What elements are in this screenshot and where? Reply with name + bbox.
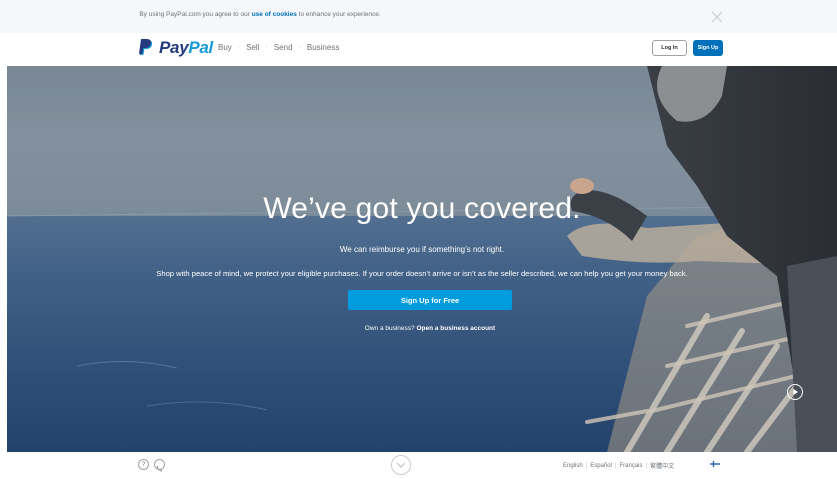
main-nav: Buy · Sell · Send · Business [218, 43, 339, 52]
hero-banner: We’ve got you covered. We can reimburse … [7, 66, 837, 452]
nav-separator: · [298, 44, 301, 51]
footer: ? English | Español | Français | 繁體中文 [0, 452, 837, 475]
business-prompt-text: Own a business? [364, 325, 417, 332]
finland-flag-icon[interactable] [710, 461, 720, 467]
language-selector: English | Español | Français | 繁體中文 [563, 461, 674, 471]
lang-separator: | [585, 462, 588, 469]
nav-business[interactable]: Business [307, 43, 339, 52]
header: PayPal Buy · Sell · Send · Business Log … [0, 33, 837, 66]
nav-separator: · [237, 44, 241, 51]
cookie-notice-prefix: By using PayPal.com you agree to our [139, 11, 252, 18]
close-icon[interactable] [711, 11, 723, 23]
hero-description: Shop with peace of mind, we protect your… [156, 269, 688, 278]
business-prompt: Own a business? Open a business account [7, 325, 837, 332]
lang-english[interactable]: English [563, 463, 583, 469]
cookie-notice-suffix: to enhance your experience. [296, 11, 381, 18]
login-button[interactable]: Log In [652, 40, 687, 56]
logo-word-pay: Pay [159, 38, 189, 57]
hero-subtitle: We can reimburse you if something’s not … [339, 245, 505, 254]
signup-free-button[interactable]: Sign Up for Free [348, 290, 512, 310]
logo-word-pal: Pal [188, 38, 213, 57]
play-video-button[interactable] [787, 384, 803, 400]
help-icon[interactable]: ? [138, 459, 149, 470]
lang-chinese[interactable]: 繁體中文 [650, 461, 674, 470]
paypal-logo-icon [139, 39, 153, 55]
signup-button[interactable]: Sign Up [693, 40, 723, 56]
lang-espanol[interactable]: Español [590, 463, 612, 469]
paypal-logo[interactable]: PayPal [139, 37, 213, 59]
open-business-account-link[interactable]: Open a business account [416, 325, 495, 332]
nav-send[interactable]: Send [274, 43, 293, 52]
nav-separator: · [265, 44, 268, 51]
cookie-notice: By using PayPal.com you agree to our use… [0, 11, 520, 18]
lang-separator: | [614, 462, 617, 469]
cookie-policy-link[interactable]: use of cookies [252, 11, 297, 18]
logo-wordmark: PayPal [159, 38, 213, 58]
cookie-banner: By using PayPal.com you agree to our use… [0, 0, 837, 33]
scroll-down-button[interactable] [391, 455, 411, 475]
lang-separator: | [645, 462, 648, 469]
nav-sell[interactable]: Sell [246, 43, 259, 52]
play-icon [793, 389, 798, 395]
phone-icon[interactable] [154, 459, 165, 472]
hero-background-image [7, 66, 837, 452]
lang-francais[interactable]: Français [620, 463, 643, 469]
hero-title: We’ve got you covered. [263, 192, 581, 225]
chevron-down-icon [396, 462, 406, 468]
nav-buy[interactable]: Buy [218, 43, 232, 52]
